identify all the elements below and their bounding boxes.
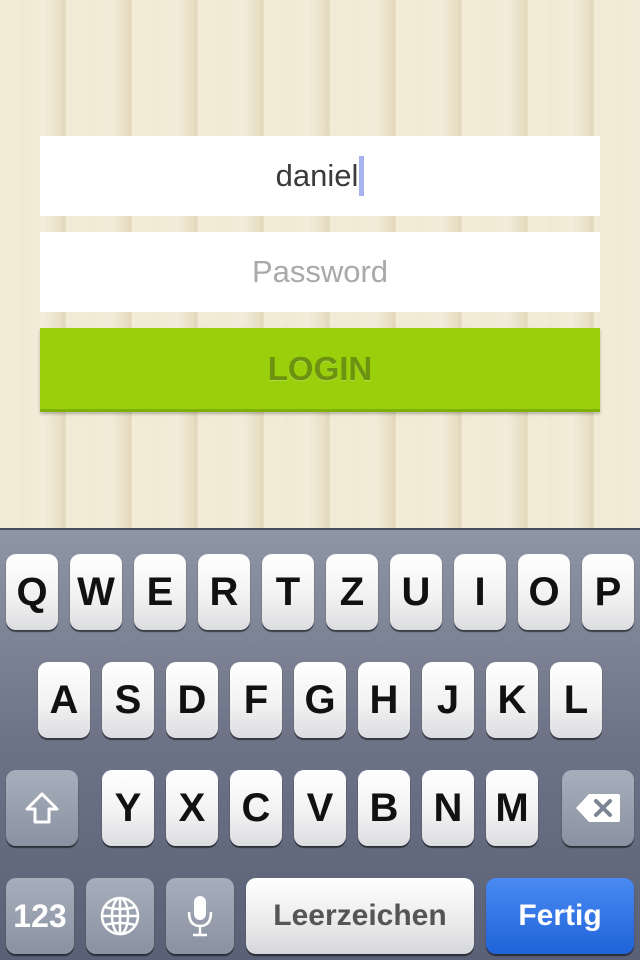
key-r[interactable]: R <box>198 554 250 630</box>
key-label: N <box>433 785 463 830</box>
delete-key[interactable] <box>562 770 634 846</box>
key-label: T <box>275 569 301 614</box>
key-c[interactable]: C <box>230 770 282 846</box>
done-label: Fertig <box>518 899 602 932</box>
shift-icon <box>24 791 60 825</box>
key-label: H <box>369 677 399 722</box>
space-key[interactable]: Leerzeichen <box>246 878 474 954</box>
key-f[interactable]: F <box>230 662 282 738</box>
key-p[interactable]: P <box>582 554 634 630</box>
login-button[interactable]: LOGIN <box>40 328 600 412</box>
text-caret <box>359 156 365 196</box>
login-label: LOGIN <box>267 349 373 387</box>
key-label: O <box>528 569 560 614</box>
username-field[interactable]: daniel <box>40 136 600 216</box>
key-label: Q <box>16 569 48 614</box>
key-label: J <box>436 677 460 722</box>
key-o[interactable]: O <box>518 554 570 630</box>
keyboard: Q W E R T Z U I O P A S D F G H J K L Y … <box>0 528 640 960</box>
key-w[interactable]: W <box>70 554 122 630</box>
key-z[interactable]: Z <box>326 554 378 630</box>
key-label: L <box>563 677 589 722</box>
shift-key[interactable] <box>6 770 78 846</box>
key-label: B <box>369 785 399 830</box>
key-t[interactable]: T <box>262 554 314 630</box>
key-q[interactable]: Q <box>6 554 58 630</box>
key-n[interactable]: N <box>422 770 474 846</box>
key-label: Z <box>339 569 365 614</box>
key-label: I <box>474 569 486 614</box>
key-label: W <box>77 569 115 614</box>
key-label: K <box>497 677 527 722</box>
globe-key[interactable] <box>86 878 154 954</box>
key-u[interactable]: U <box>390 554 442 630</box>
key-label: A <box>49 677 79 722</box>
numbers-key[interactable]: 123 <box>6 878 74 954</box>
key-g[interactable]: G <box>294 662 346 738</box>
key-label: R <box>209 569 239 614</box>
key-k[interactable]: K <box>486 662 538 738</box>
dictation-key[interactable] <box>166 878 234 954</box>
key-label: Y <box>114 785 142 830</box>
key-v[interactable]: V <box>294 770 346 846</box>
key-j[interactable]: J <box>422 662 474 738</box>
space-label: Leerzeichen <box>273 899 447 932</box>
key-a[interactable]: A <box>38 662 90 738</box>
key-label: P <box>594 569 622 614</box>
globe-icon <box>99 895 141 937</box>
key-label: M <box>495 785 529 830</box>
key-label: V <box>306 785 334 830</box>
key-label: F <box>243 677 269 722</box>
key-x[interactable]: X <box>166 770 218 846</box>
key-d[interactable]: D <box>166 662 218 738</box>
backspace-icon <box>575 792 621 824</box>
password-placeholder: Password <box>251 254 389 289</box>
key-label: S <box>114 677 142 722</box>
key-h[interactable]: H <box>358 662 410 738</box>
key-label: U <box>401 569 431 614</box>
key-label: E <box>146 569 174 614</box>
key-label: C <box>241 785 271 830</box>
numbers-label: 123 <box>13 897 67 934</box>
username-value: daniel <box>275 158 359 193</box>
password-field[interactable]: Password <box>40 232 600 312</box>
key-s[interactable]: S <box>102 662 154 738</box>
key-label: D <box>177 677 207 722</box>
key-i[interactable]: I <box>454 554 506 630</box>
key-label: G <box>304 677 336 722</box>
done-key[interactable]: Fertig <box>486 878 634 954</box>
key-m[interactable]: M <box>486 770 538 846</box>
key-y[interactable]: Y <box>102 770 154 846</box>
microphone-icon <box>185 894 215 938</box>
key-e[interactable]: E <box>134 554 186 630</box>
key-b[interactable]: B <box>358 770 410 846</box>
key-label: X <box>178 785 206 830</box>
key-l[interactable]: L <box>550 662 602 738</box>
